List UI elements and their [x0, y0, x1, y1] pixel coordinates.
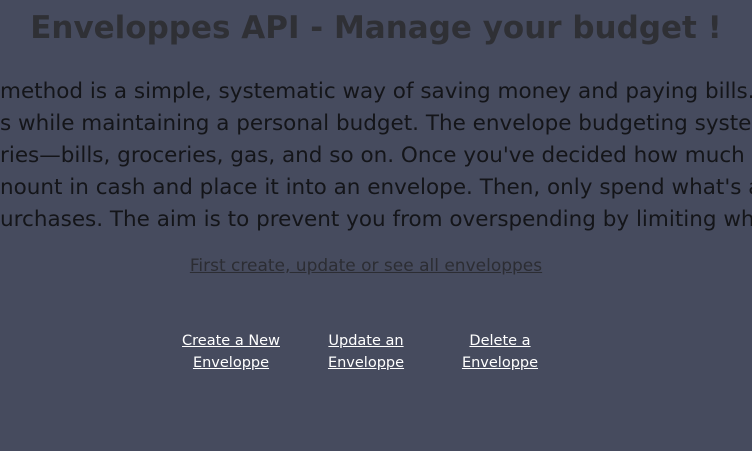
- intro-line: nount in cash and place it into an envel…: [0, 175, 752, 200]
- create-enveloppe-link[interactable]: Create a New Enveloppe: [176, 330, 286, 374]
- page: Enveloppes API - Manage your budget ! me…: [0, 0, 752, 451]
- delete-enveloppe-link[interactable]: Delete a Enveloppe: [452, 330, 548, 374]
- page-title: Enveloppes API - Manage your budget !: [30, 10, 722, 46]
- intro-line: ries—bills, groceries, gas, and so on. O…: [0, 143, 752, 168]
- update-enveloppe-link[interactable]: Update an Enveloppe: [318, 330, 414, 374]
- intro-line: method is a simple, systematic way of sa…: [0, 79, 752, 104]
- intro-line: s while maintaining a personal budget. T…: [0, 111, 752, 136]
- footer-text-partial: [0, 438, 752, 451]
- intro-paragraph: method is a simple, systematic way of sa…: [0, 76, 752, 236]
- intro-line: urchases. The aim is to prevent you from…: [0, 207, 752, 232]
- see-all-enveloppes-link[interactable]: First create, update or see all envelopp…: [0, 256, 732, 276]
